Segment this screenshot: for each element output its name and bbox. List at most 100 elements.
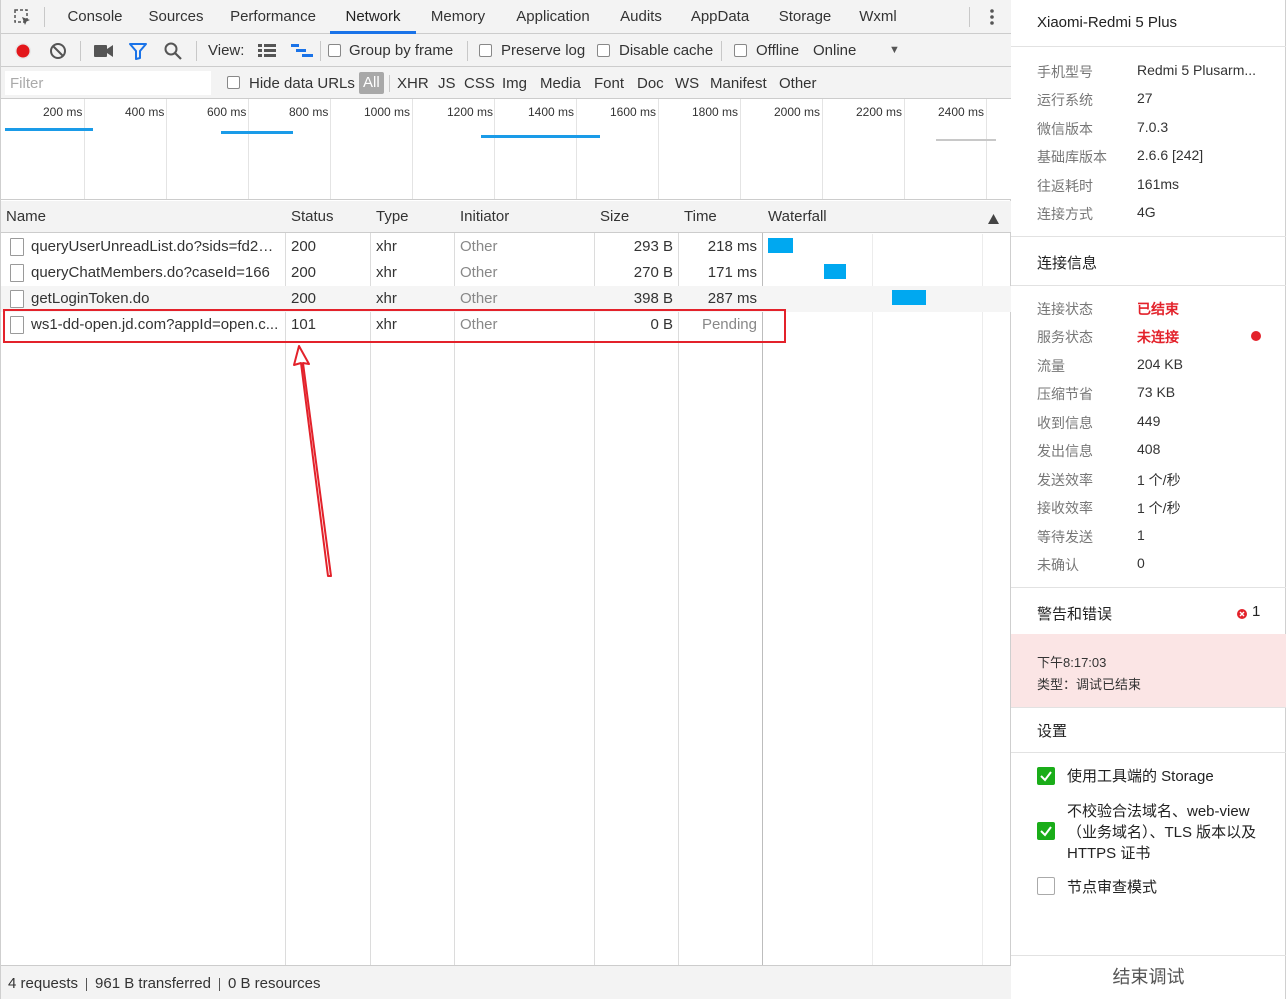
record-icon[interactable]	[13, 41, 33, 65]
warnings-section-title[interactable]: 警告和错误	[1037, 603, 1112, 624]
conn-key: 收到信息	[1037, 415, 1093, 431]
tab-console[interactable]: Console	[60, 0, 130, 34]
tab-application[interactable]: Application	[509, 0, 597, 34]
waterfall-bar	[768, 238, 793, 253]
toolbar-separator	[196, 41, 197, 61]
request-type: xhr	[376, 264, 397, 281]
hide-data-urls-checkbox[interactable]	[227, 76, 240, 89]
group-by-frame-checkbox[interactable]	[328, 44, 341, 57]
column-header-type[interactable]: Type	[371, 201, 454, 233]
filter-icon[interactable]	[129, 43, 147, 64]
info-value: 2.6.6 [242]	[1137, 147, 1204, 163]
filter-type-ws[interactable]: WS	[675, 67, 699, 99]
filter-type-media[interactable]: Media	[540, 67, 581, 99]
table-row[interactable]: queryChatMembers.do?caseId=166 200 xhr O…	[1, 260, 1011, 286]
filter-type-doc[interactable]: Doc	[637, 67, 664, 99]
throttling-select[interactable]: Online ▼	[813, 34, 903, 67]
waterfall-gridline	[872, 234, 873, 965]
info-value: 4G	[1137, 204, 1156, 220]
info-value: 27	[1137, 90, 1153, 106]
request-size: 293 B	[633, 238, 673, 255]
tick-label: 2000 ms	[774, 105, 821, 119]
device-title: Xiaomi-Redmi 5 Plus	[1037, 14, 1178, 31]
use-tool-storage-checkbox[interactable]	[1037, 767, 1055, 785]
waterfall-bar	[892, 290, 926, 305]
tick-gridline	[822, 99, 823, 199]
filter-bar: Hide data URLs All XHR JS CSS Img Media …	[1, 67, 1011, 99]
view-label: View:	[208, 42, 245, 59]
conn-key: 流量	[1037, 358, 1065, 374]
request-initiator: Other	[460, 290, 498, 307]
disable-cache-checkbox[interactable]	[597, 44, 610, 57]
column-header-initiator[interactable]: Initiator	[455, 201, 594, 233]
network-overview-timeline[interactable]: 200 ms 400 ms 600 ms 800 ms 1000 ms 1200…	[1, 99, 1011, 200]
tab-memory[interactable]: Memory	[424, 0, 492, 34]
tick-gridline	[494, 99, 495, 199]
tab-audits[interactable]: Audits	[614, 0, 668, 34]
tab-performance[interactable]: Performance	[225, 0, 321, 34]
more-options-icon[interactable]	[987, 8, 997, 30]
preserve-log-checkbox[interactable]	[479, 44, 492, 57]
section-divider	[1011, 236, 1286, 237]
conn-status-value: 已结束	[1137, 301, 1179, 317]
filter-input[interactable]	[5, 71, 211, 95]
screenshot-camera-icon[interactable]	[94, 44, 114, 62]
tab-storage[interactable]: Storage	[772, 0, 838, 34]
request-initiator: Other	[460, 238, 498, 255]
table-row[interactable]: getLoginToken.do 200 xhr Other 398 B 287…	[1, 286, 1011, 312]
column-header-waterfall[interactable]: Waterfall	[763, 201, 1011, 233]
filter-type-font[interactable]: Font	[594, 67, 624, 99]
large-rows-icon[interactable]	[258, 44, 276, 62]
overview-request-bar	[481, 135, 600, 138]
offline-checkbox[interactable]	[734, 44, 747, 57]
request-initiator: Other	[460, 316, 498, 333]
request-name: queryChatMembers.do?caseId=166	[31, 264, 270, 281]
node-inspect-mode-checkbox[interactable]	[1037, 877, 1055, 895]
table-row[interactable]: queryUserUnreadList.do?sids=fd22f... 200…	[1, 234, 1011, 260]
request-name: queryUserUnreadList.do?sids=fd22f...	[31, 238, 281, 255]
waterfall-view-icon[interactable]	[291, 44, 313, 62]
request-name: getLoginToken.do	[31, 290, 150, 307]
column-header-size[interactable]: Size	[595, 201, 678, 233]
tick-label: 200 ms	[43, 105, 83, 119]
remote-debug-panel: Xiaomi-Redmi 5 Plus 手机型号 Redmi 5 Plusarm…	[1011, 0, 1286, 999]
tab-network[interactable]: Network	[330, 0, 416, 34]
conn-key: 发送效率	[1037, 472, 1093, 488]
request-type: xhr	[376, 238, 397, 255]
file-icon	[10, 316, 24, 334]
filter-type-other[interactable]: Other	[779, 67, 817, 99]
filter-type-xhr[interactable]: XHR	[397, 67, 429, 99]
sort-ascending-icon[interactable]	[988, 211, 999, 228]
column-header-status[interactable]: Status	[286, 201, 370, 233]
filter-type-js[interactable]: JS	[438, 67, 456, 99]
skip-domain-check-checkbox[interactable]	[1037, 822, 1055, 840]
preserve-log-label: Preserve log	[501, 42, 586, 59]
section-divider	[1011, 752, 1286, 753]
service-status-value: 未连接	[1137, 329, 1179, 345]
column-header-name[interactable]: Name	[1, 201, 285, 233]
end-debug-button[interactable]: 结束调试	[1011, 955, 1286, 999]
toolbar-separator	[721, 41, 722, 61]
tab-wxml[interactable]: Wxml	[854, 0, 902, 34]
tab-sources[interactable]: Sources	[144, 0, 208, 34]
inspect-element-icon[interactable]	[13, 8, 33, 32]
conn-value: 1	[1137, 527, 1145, 543]
requests-table-header: Name Status Type Initiator Size Time Wat…	[1, 201, 1011, 233]
filter-type-img[interactable]: Img	[502, 67, 527, 99]
search-icon[interactable]	[164, 42, 182, 64]
column-header-time[interactable]: Time	[679, 201, 762, 233]
tab-appdata[interactable]: AppData	[686, 0, 754, 34]
toolbar-separator	[320, 41, 321, 61]
error-time: 下午8:17:03	[1037, 655, 1107, 670]
info-key: 运行系统	[1037, 92, 1093, 108]
filter-type-css[interactable]: CSS	[464, 67, 495, 99]
clear-icon[interactable]	[49, 42, 67, 64]
toolbar-separator	[467, 41, 468, 61]
filter-type-manifest[interactable]: Manifest	[710, 67, 767, 99]
table-row[interactable]: ws1-dd-open.jd.com?appId=open.c... 101 x…	[1, 312, 1011, 338]
section-divider	[1011, 285, 1286, 286]
conn-key: 连接状态	[1037, 301, 1093, 317]
section-divider	[1011, 707, 1286, 708]
filter-type-all[interactable]: All	[359, 72, 384, 94]
node-inspect-mode-label: 节点审查模式	[1067, 879, 1158, 896]
